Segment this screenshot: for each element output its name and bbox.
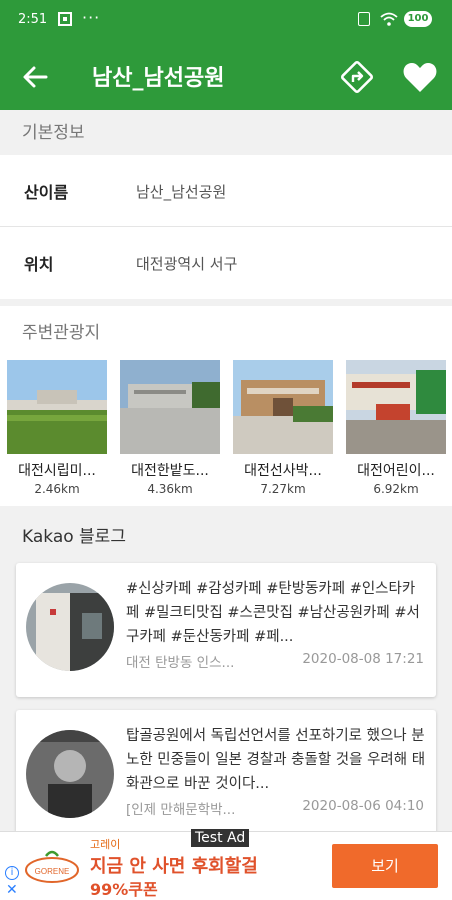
ad-cta-button[interactable]: 보기 xyxy=(332,844,438,888)
logo-text: GORENE xyxy=(35,867,70,876)
basic-info-header: 기본정보 xyxy=(0,112,452,154)
status-time: 2:51 xyxy=(18,12,48,27)
attraction-photo xyxy=(120,360,220,454)
attraction-photo xyxy=(233,360,333,454)
directions-icon[interactable] xyxy=(340,60,374,94)
qr-icon xyxy=(58,12,72,26)
nearby-item[interactable]: ☆ 대전시립미... 2.46km xyxy=(7,360,107,500)
more-notifications-icon: ··· xyxy=(82,8,101,27)
blog-post-date: 2020-08-06 04:10 xyxy=(302,798,424,814)
blog-post-date: 2020-08-08 17:21 xyxy=(302,651,424,667)
blog-post-card[interactable]: 탑골공원에서 독립선언서를 선포하기로 했으나 분노한 민중들이 일본 경찰과 … xyxy=(16,710,436,844)
ad-brand: 고레이 xyxy=(90,838,121,851)
info-value: 남산_남선공원 xyxy=(136,183,227,201)
attraction-photo xyxy=(346,360,446,454)
ad-info-icon[interactable]: i xyxy=(5,866,19,880)
ad-headline: 지금 안 사면 후회할걸 xyxy=(90,856,258,877)
back-arrow-icon[interactable] xyxy=(20,62,50,92)
wifi-icon xyxy=(380,12,398,26)
favorite-heart-icon[interactable] xyxy=(402,60,438,94)
blog-post-source: [인제 만해문학박... xyxy=(126,802,236,818)
blog-post-card[interactable]: #신상카페 #감성카페 #탄방동카페 #인스타카페 #밀크티맛집 #스콘맛집 #… xyxy=(16,563,436,697)
nearby-attractions-panel: 주변관광지 ☆ 대전시립미... 2.46km ☆ 대전한밭도... 4.36k… xyxy=(0,306,452,506)
attraction-distance: 4.36km xyxy=(147,482,193,496)
page-title: 남산_남선공원 xyxy=(92,66,225,91)
attraction-name: 대전한밭도... xyxy=(131,463,209,479)
ad-subtext: 99%쿠폰 xyxy=(90,880,158,899)
attraction-name: 대전시립미... xyxy=(18,463,96,479)
blog-post-source: 대전 탄방동 인스... xyxy=(126,655,235,671)
status-bar: 2:51 ··· 100 xyxy=(0,0,452,42)
info-row-location: 위치 대전광역시 서구 xyxy=(0,227,452,299)
attraction-name: 대전선사박... xyxy=(244,463,322,479)
blog-header: Kakao 블로그 xyxy=(22,527,126,547)
battery-indicator: 100 xyxy=(404,11,432,27)
sim-icon xyxy=(358,12,370,26)
nearby-item[interactable]: ☆ 대전선사박... 7.27km xyxy=(233,360,333,500)
ad-banner[interactable]: Test Ad i ✕ GORENE 고레이 지금 안 사면 후회할걸 99%쿠… xyxy=(0,829,452,900)
info-row-mountain: 산이름 남산_남선공원 xyxy=(0,155,452,227)
attraction-photo xyxy=(7,360,107,454)
info-value: 대전광역시 서구 xyxy=(136,255,238,273)
blog-post-text: #신상카페 #감성카페 #탄방동카페 #인스타카페 #밀크티맛집 #스콘맛집 #… xyxy=(126,581,420,645)
basic-info-panel: 산이름 남산_남선공원 위치 대전광역시 서구 xyxy=(0,155,452,299)
nearby-item[interactable]: ☆ 대전어린이... 6.92km xyxy=(346,360,446,500)
info-label: 위치 xyxy=(24,255,54,274)
attraction-name: 대전어린이... xyxy=(357,463,435,479)
blog-thumbnail xyxy=(26,730,114,818)
advertiser-logo: GORENE xyxy=(25,850,79,883)
nearby-header: 주변관광지 xyxy=(22,323,101,343)
nearby-item[interactable]: ☆ 대전한밭도... 4.36km xyxy=(120,360,220,500)
attraction-distance: 6.92km xyxy=(373,482,419,496)
ad-close-icon[interactable]: ✕ xyxy=(6,882,18,898)
attraction-distance: 2.46km xyxy=(34,482,80,496)
blog-post-text: 탑골공원에서 독립선언서를 선포하기로 했으나 분노한 민중들이 일본 경찰과 … xyxy=(126,728,426,792)
info-label: 산이름 xyxy=(24,183,69,202)
attraction-distance: 7.27km xyxy=(260,482,306,496)
blog-thumbnail xyxy=(26,583,114,671)
app-bar: 남산_남선공원 xyxy=(0,42,452,110)
test-ad-label: Test Ad xyxy=(191,829,250,847)
